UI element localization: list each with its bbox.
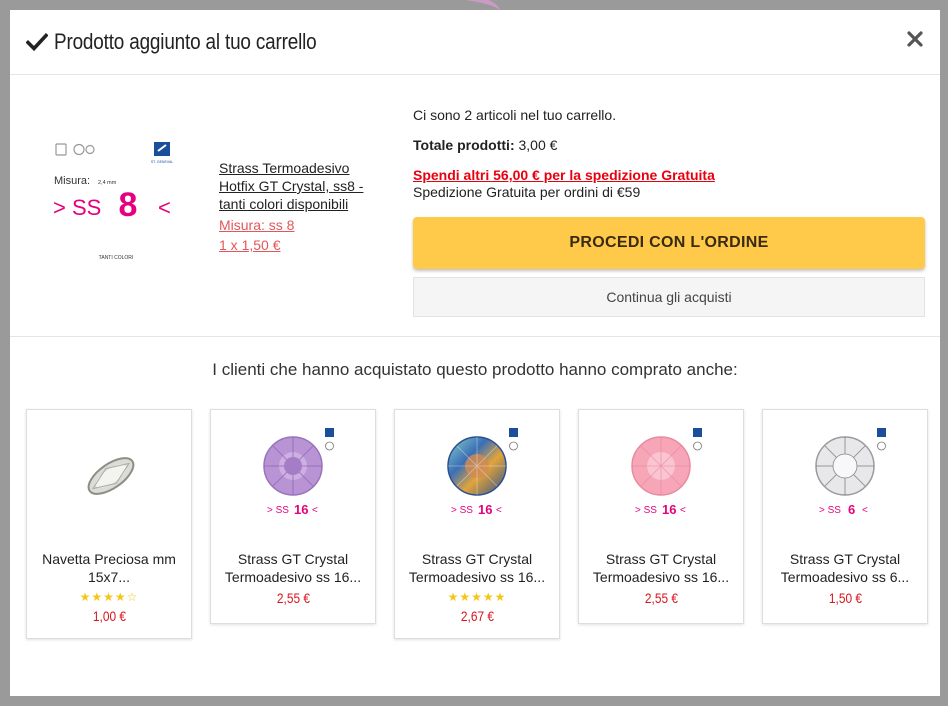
size-text-left: > SS [53,195,101,220]
product-attribute: Misura: ss 8 [219,217,295,233]
cart-modal: Prodotto aggiunto al tuo carrello ST. GE… [10,10,940,696]
reco-size-number: 6 [848,502,855,517]
brand-label: ST. GENEVAL [151,160,173,164]
size-text-right: < [158,195,171,220]
reco-price: 1,50 € [828,590,862,606]
colors-label: TANTI COLORI [99,255,134,261]
free-shipping-promo-link[interactable]: Spendi altri 56,00 € per la spedizione G… [413,167,925,184]
reco-name: Strass GT Crystal Termoadesivo ss 6... [780,551,910,585]
reco-image: > SS 16 < [395,410,559,538]
rating-stars-icon: ★★★★★ [447,590,507,604]
reco-image: > SS 6 < [763,410,927,538]
misura-label: Misura: [54,175,90,187]
close-icon[interactable] [906,30,924,48]
misura-mm: 2,4 mm [98,180,117,186]
modal-header: Prodotto aggiunto al tuo carrello [10,10,940,75]
product-info: Strass Termoadesivo Hotfix GT Crystal, s… [219,159,384,255]
svg-text:<: < [862,505,868,516]
total-products: Totale prodotti: 3,00 € [413,136,925,154]
reco-card-2[interactable]: > SS 16 < Strass GT Crystal Termoadesivo… [210,409,376,624]
reco-price: 2,55 € [276,590,310,606]
reco-image: > SS 16 < [211,410,375,538]
reco-card-4[interactable]: > SS 16 < Strass GT Crystal Termoadesivo… [578,409,744,624]
rating-stars-icon: ★★★★☆ [79,590,139,604]
check-icon [26,31,48,53]
product-quantity-price: 1 x 1,50 € [219,237,281,253]
reco-card-1[interactable]: Navetta Preciosa mm 15x7... ★★★★☆ 1,00 € [26,409,192,639]
reco-image [27,410,191,538]
cart-summary: Ci sono 2 articoli nel tuo carrello. Tot… [413,106,925,317]
reco-size-number: 16 [662,502,676,517]
recommendations-list: Navetta Preciosa mm 15x7... ★★★★☆ 1,00 €… [26,409,928,641]
reco-size-label: > SS [451,505,473,516]
reco-name: Navetta Preciosa mm 15x7... [42,551,176,585]
total-label: Totale prodotti: [413,137,515,153]
reco-size-number: 16 [294,502,308,517]
continue-shopping-button[interactable]: Continua gli acquisti [413,277,925,317]
checkout-button[interactable]: PROCEDI CON L'ORDINE [413,217,925,269]
reco-image: > SS 16 < [579,410,743,538]
recommendations-title: I clienti che hanno acquistato questo pr… [212,360,738,379]
svg-text:<: < [312,505,318,516]
product-name-link[interactable]: Strass Termoadesivo Hotfix GT Crystal, s… [219,159,384,213]
reco-name: Strass GT Crystal Termoadesivo ss 16... [408,551,546,585]
reco-price: 2,55 € [644,590,678,606]
reco-price: 1,00 € [92,608,126,624]
total-value: 3,00 € [518,137,558,153]
svg-text:<: < [680,505,686,516]
cart-section: ST. GENEVAL Misura: 2,4 mm > SS 8 < TANT… [10,75,940,337]
reco-size-label: > SS [635,505,657,516]
reco-size-number: 16 [478,502,492,517]
reco-card-3[interactable]: > SS 16 < Strass GT Crystal Termoadesivo… [394,409,560,639]
product-image: ST. GENEVAL Misura: 2,4 mm > SS 8 < TANT… [48,123,208,283]
reco-name: Strass GT Crystal Termoadesivo ss 16... [592,551,730,585]
cart-count-text: Ci sono 2 articoli nel tuo carrello. [413,107,617,123]
reco-size-label: > SS [267,505,289,516]
reco-size-label: > SS [819,505,841,516]
reco-price: 2,67 € [460,608,494,624]
modal-title: Prodotto aggiunto al tuo carrello [54,29,317,54]
svg-text:<: < [496,505,502,516]
free-shipping-info: Spedizione Gratuita per ordini di €59 [413,184,641,200]
reco-name: Strass GT Crystal Termoadesivo ss 16... [224,551,362,585]
reco-card-5[interactable]: > SS 6 < Strass GT Crystal Termoadesivo … [762,409,928,624]
size-number: 8 [119,186,138,224]
